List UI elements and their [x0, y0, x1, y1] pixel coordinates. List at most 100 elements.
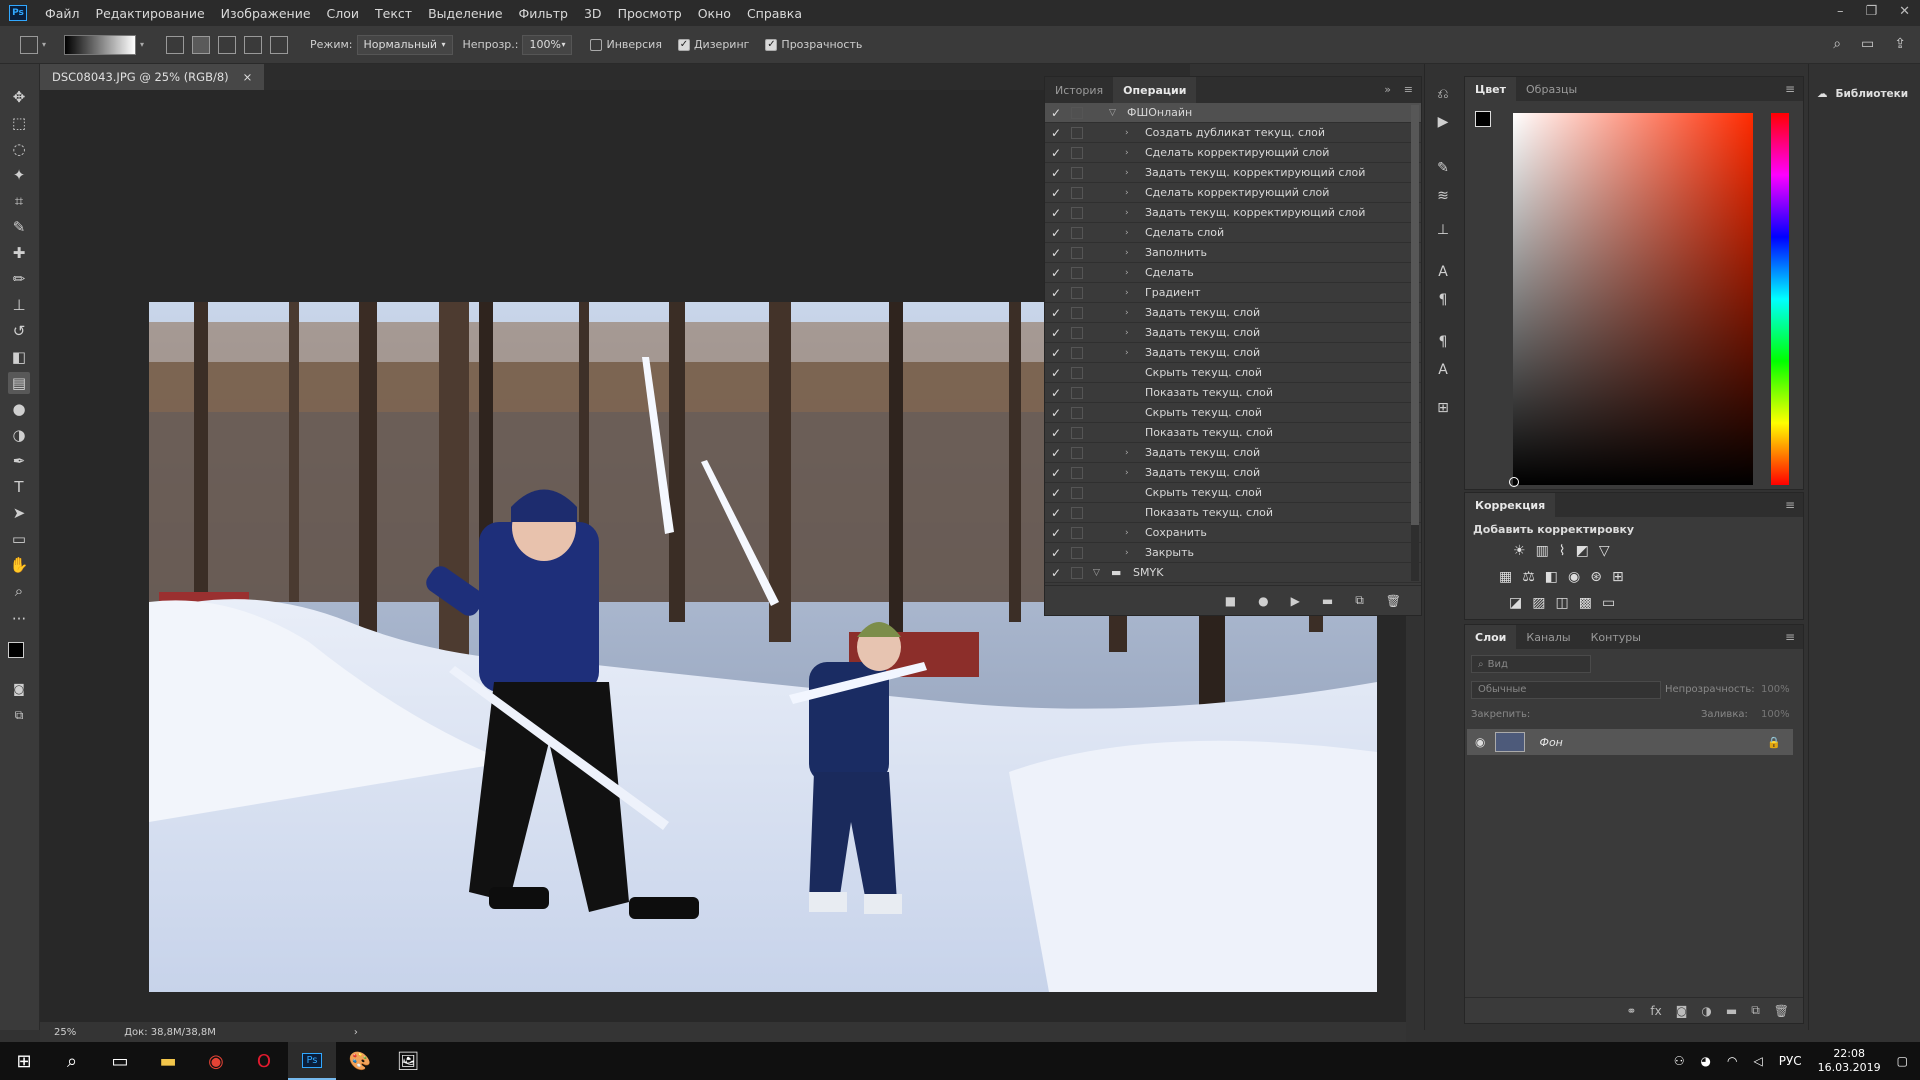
history-panel-icon[interactable]: ⎌: [1433, 86, 1453, 106]
inverse-checkbox[interactable]: [590, 38, 603, 51]
magic-wand-tool-icon[interactable]: ✦: [8, 164, 30, 186]
chrome-icon[interactable]: ◉: [192, 1042, 240, 1080]
menu-help[interactable]: Справка: [739, 6, 810, 21]
quick-mask-icon[interactable]: ◙: [8, 678, 30, 700]
foreground-color-swatch[interactable]: [1475, 111, 1491, 127]
photo-filter-icon[interactable]: ◉: [1568, 569, 1580, 585]
paragraph-styles-icon[interactable]: ¶: [1433, 334, 1453, 354]
action-item[interactable]: ✓ › Сделать корректирующий слой: [1045, 143, 1421, 163]
menu-3d[interactable]: 3D: [576, 6, 610, 21]
network-icon[interactable]: ◠: [1727, 1054, 1737, 1068]
close-icon[interactable]: ×: [243, 70, 253, 84]
clock[interactable]: 22:08 16.03.2019: [1818, 1047, 1881, 1075]
check-icon[interactable]: ✓: [1051, 506, 1065, 520]
tab-actions[interactable]: Операции: [1113, 77, 1197, 103]
tab-color[interactable]: Цвет: [1465, 77, 1517, 101]
check-icon[interactable]: ✓: [1051, 146, 1065, 160]
check-icon[interactable]: ✓: [1051, 486, 1065, 500]
action-item[interactable]: ✓ › Сохранить: [1045, 523, 1421, 543]
play-icon[interactable]: ▶: [1291, 594, 1300, 608]
color-picker-cursor[interactable]: [1509, 477, 1519, 487]
dialog-toggle[interactable]: [1071, 346, 1083, 359]
file-explorer-icon[interactable]: ▬: [144, 1042, 192, 1080]
check-icon[interactable]: ✓: [1051, 526, 1065, 540]
chevron-right-icon[interactable]: ›: [1125, 168, 1129, 178]
layer-opacity-value[interactable]: 100%: [1761, 684, 1790, 695]
new-layer-icon[interactable]: ⧉: [1751, 1003, 1760, 1018]
check-icon[interactable]: ✓: [1051, 386, 1065, 400]
action-item[interactable]: ✓ › Задать текущ. слой: [1045, 463, 1421, 483]
action-item[interactable]: ✓ › Задать текущ. слой: [1045, 343, 1421, 363]
hue-saturation-icon[interactable]: ▦: [1499, 569, 1512, 585]
opera-icon[interactable]: O: [240, 1042, 288, 1080]
dialog-toggle[interactable]: [1071, 566, 1083, 579]
healing-brush-tool-icon[interactable]: ✚: [8, 242, 30, 264]
action-item[interactable]: ✓ Показать текущ. слой: [1045, 503, 1421, 523]
paragraph-icon[interactable]: ¶: [1433, 292, 1453, 312]
delete-icon[interactable]: 🗑: [1774, 1004, 1789, 1018]
fill-value[interactable]: 100%: [1761, 709, 1790, 720]
brush-tool-icon[interactable]: ✏: [8, 268, 30, 290]
chevron-down-icon[interactable]: ▾: [140, 40, 144, 49]
dialog-toggle[interactable]: [1071, 366, 1083, 379]
dialog-toggle[interactable]: [1071, 326, 1083, 339]
menu-layers[interactable]: Слои: [319, 6, 368, 21]
dialog-toggle[interactable]: [1071, 426, 1083, 439]
chevron-down-icon[interactable]: ▽: [1109, 108, 1116, 118]
check-icon[interactable]: ✓: [1051, 306, 1065, 320]
angle-gradient-icon[interactable]: [218, 35, 237, 54]
dialog-toggle[interactable]: [1071, 286, 1083, 299]
record-icon[interactable]: ●: [1258, 594, 1268, 608]
check-icon[interactable]: ✓: [1051, 226, 1065, 240]
new-set-icon[interactable]: ▬: [1322, 594, 1333, 608]
action-item[interactable]: ✓ Показать текущ. слой: [1045, 383, 1421, 403]
action-item[interactable]: ✓ Скрыть текущ. слой: [1045, 403, 1421, 423]
search-icon[interactable]: ⌕: [1833, 36, 1841, 52]
notifications-icon[interactable]: ▢: [1897, 1054, 1908, 1068]
action-item[interactable]: ✓ › Задать текущ. слой: [1045, 303, 1421, 323]
search-icon[interactable]: ⌕: [48, 1042, 96, 1080]
group-folder-icon[interactable]: ▬: [1726, 1004, 1737, 1018]
brushes-icon[interactable]: ≋: [1433, 188, 1453, 208]
menu-select[interactable]: Выделение: [420, 6, 510, 21]
zoom-tool-icon[interactable]: ⌕: [8, 580, 30, 602]
linear-gradient-icon[interactable]: [166, 35, 185, 54]
actions-panel-icon[interactable]: ▶: [1433, 114, 1453, 134]
action-item[interactable]: ✓ › Градиент: [1045, 283, 1421, 303]
color-lookup-icon[interactable]: ⊞: [1612, 569, 1624, 585]
selective-color-icon[interactable]: ▩: [1579, 595, 1592, 611]
black-white-icon[interactable]: ◧: [1545, 569, 1558, 585]
chevron-right-icon[interactable]: ›: [1125, 328, 1129, 338]
opacity-input[interactable]: 100% ▾: [522, 34, 573, 55]
minimize-icon[interactable]: –: [1837, 4, 1844, 19]
dialog-toggle[interactable]: [1071, 266, 1083, 279]
action-item[interactable]: ✓ › Сделать корректирующий слой: [1045, 183, 1421, 203]
dodge-tool-icon[interactable]: ◑: [8, 424, 30, 446]
dialog-toggle[interactable]: [1071, 386, 1083, 399]
channel-mixer-icon[interactable]: ⊛: [1590, 569, 1602, 585]
photos-icon[interactable]: 🖼: [384, 1042, 432, 1080]
character-styles-icon[interactable]: A: [1433, 362, 1453, 382]
threshold-icon[interactable]: ◫: [1555, 595, 1568, 611]
action-item[interactable]: ✓ Скрыть текущ. слой: [1045, 363, 1421, 383]
action-item[interactable]: ✓ › Закрыть: [1045, 543, 1421, 563]
chevron-down-icon[interactable]: ▾: [42, 40, 46, 49]
move-tool-icon[interactable]: ✥: [8, 86, 30, 108]
tab-paths[interactable]: Контуры: [1581, 625, 1651, 649]
chevron-right-icon[interactable]: ›: [1125, 208, 1129, 218]
people-icon[interactable]: ⚇: [1674, 1054, 1685, 1068]
workspace-icon[interactable]: ▭: [1861, 36, 1874, 52]
collapse-icon[interactable]: »: [1384, 83, 1391, 96]
tab-swatches[interactable]: Образцы: [1516, 77, 1587, 101]
menu-file[interactable]: Файл: [37, 6, 88, 21]
fx-icon[interactable]: fx: [1650, 1004, 1661, 1018]
scrollbar-thumb[interactable]: [1411, 105, 1419, 525]
delete-icon[interactable]: 🗑: [1386, 594, 1401, 608]
action-set[interactable]: ✓ ▽ ФШОнлайн: [1045, 103, 1421, 123]
action-item[interactable]: ✓ › Задать текущ. слой: [1045, 443, 1421, 463]
menu-image[interactable]: Изображение: [213, 6, 319, 21]
new-action-icon[interactable]: ⧉: [1355, 593, 1364, 608]
paint-icon[interactable]: 🎨: [336, 1042, 384, 1080]
action-item[interactable]: ✓ › Заполнить: [1045, 243, 1421, 263]
chevron-right-icon[interactable]: ›: [1125, 148, 1129, 158]
